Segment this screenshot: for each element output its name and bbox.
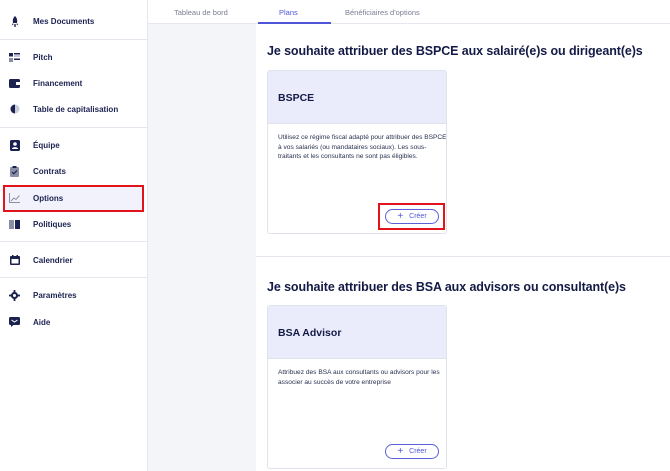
tab-plans[interactable]: Plans xyxy=(279,8,298,17)
clipboard-icon xyxy=(9,165,20,177)
card-bsa-advisor: BSA Advisor Attribuez des BSA aux consul… xyxy=(267,305,447,469)
divider xyxy=(0,39,148,40)
card-description: Attribuez des BSA aux consultants ou adv… xyxy=(278,369,440,386)
section-divider xyxy=(256,256,670,257)
sidebar-item-financement[interactable]: Financement xyxy=(0,71,148,95)
card-description: Utilisez ce régime fiscal adapté pour at… xyxy=(278,134,447,160)
divider xyxy=(0,127,148,128)
chat-icon xyxy=(9,317,20,328)
sidebar-item-label: Équipe xyxy=(33,140,60,150)
sidebar-item-label: Contrats xyxy=(33,166,66,176)
sidebar-item-parametres[interactable]: Paramètres xyxy=(0,283,148,307)
sidebar-item-label: Politiques xyxy=(33,219,72,229)
sidebar-item-table-de-capitalisation[interactable]: Table de capitalisation xyxy=(0,97,148,121)
calendar-icon xyxy=(9,255,20,266)
sidebar-item-label: Aide xyxy=(33,317,51,327)
sidebar-item-contrats[interactable]: Contrats xyxy=(0,159,148,183)
sidebar-item-label: Calendrier xyxy=(33,255,73,265)
divider xyxy=(0,241,148,242)
pie-chart-icon xyxy=(9,104,20,115)
tab-beneficiaires-options[interactable]: Bénéficiaires d'options xyxy=(345,8,420,17)
sidebar-item-label: Mes Documents xyxy=(33,16,95,26)
sidebar-item-label: Table de capitalisation xyxy=(33,104,119,114)
highlight-box xyxy=(3,185,144,212)
highlight-box xyxy=(378,203,445,230)
sidebar-item-calendrier[interactable]: Calendrier xyxy=(0,248,148,272)
sidebar-item-label: Paramètres xyxy=(33,290,77,300)
wallet-icon xyxy=(9,78,20,89)
sidebar-item-pitch[interactable]: Pitch xyxy=(0,45,148,69)
section-title-bsa: Je souhaite attribuer des BSA aux adviso… xyxy=(267,280,626,294)
person-card-icon xyxy=(9,139,20,151)
sidebar-item-politiques[interactable]: Politiques xyxy=(0,212,148,236)
button-label: Créer xyxy=(409,448,427,455)
sidebar-item-mes-documents[interactable]: Mes Documents xyxy=(0,9,148,33)
tab-tableau-de-bord[interactable]: Tableau de bord xyxy=(174,8,228,17)
card-title: BSA Advisor xyxy=(278,327,342,339)
gear-icon xyxy=(9,289,20,301)
section-title-bspce: Je souhaite attribuer des BSPCE aux sala… xyxy=(267,44,643,58)
create-bsa-button[interactable]: + Créer xyxy=(385,444,439,459)
slides-icon xyxy=(9,52,20,63)
sidebar-item-equipe[interactable]: Équipe xyxy=(0,133,148,157)
card-header: BSPCE xyxy=(268,71,446,124)
card-header: BSA Advisor xyxy=(268,306,446,359)
rocket-icon xyxy=(9,15,20,27)
tab-bar: Tableau de bord Plans Bénéficiaires d'op… xyxy=(148,0,670,24)
sidebar-item-label: Financement xyxy=(33,78,83,88)
book-icon xyxy=(9,219,20,230)
plus-icon: + xyxy=(397,445,404,457)
card-title: BSPCE xyxy=(278,92,315,104)
sidebar: Mes Documents Pitch Financement Table de… xyxy=(0,0,148,471)
sidebar-item-aide[interactable]: Aide xyxy=(0,310,148,334)
content-gutter xyxy=(148,24,256,471)
divider xyxy=(0,277,148,278)
active-tab-indicator xyxy=(258,22,331,24)
sidebar-item-label: Pitch xyxy=(33,52,53,62)
